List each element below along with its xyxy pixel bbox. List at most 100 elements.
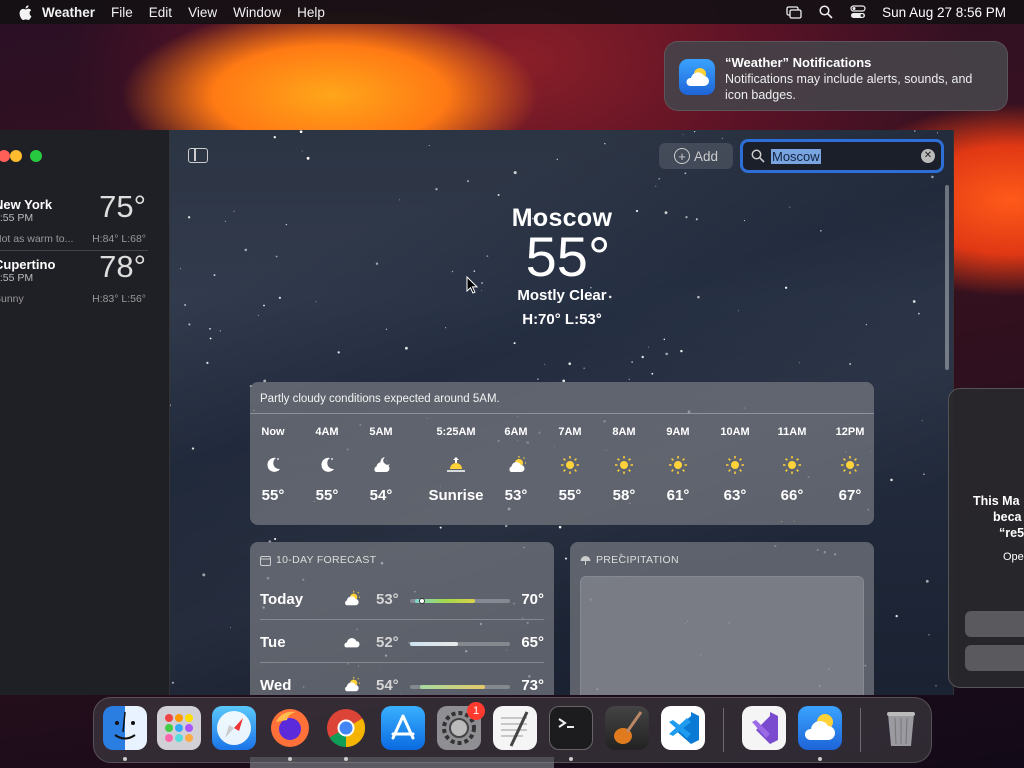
add-label: Add: [693, 148, 719, 164]
hour-label: 5AM: [369, 426, 393, 438]
location-hilo: H:84° L:68°: [92, 233, 146, 245]
chrome-icon[interactable]: [324, 706, 368, 750]
trash-icon[interactable]: [879, 706, 923, 750]
clear-search-icon[interactable]: ✕: [921, 149, 935, 163]
running-indicator: [569, 757, 573, 761]
hour-temp: 55°: [315, 487, 339, 504]
notification-title: “Weather” Notifications: [725, 55, 872, 70]
hourly-item: 8AM 58°: [594, 426, 654, 504]
hour-label: 7AM: [558, 426, 582, 438]
vscode-icon[interactable]: [661, 706, 705, 750]
notification-banner[interactable]: “Weather” Notifications Notifications ma…: [664, 41, 1008, 111]
cloud-sun-icon: [345, 676, 360, 692]
safari-icon[interactable]: [212, 706, 256, 750]
spotlight-search-icon[interactable]: [818, 5, 834, 19]
finder-icon[interactable]: [103, 706, 147, 750]
hourly-forecast-card: Partly cloudy conditions expected around…: [250, 382, 874, 525]
location-item-cupertino[interactable]: Cupertino 5:55 PM 78° Sunny H:83° L:56°: [0, 249, 148, 307]
sun-icon: [725, 455, 745, 475]
textedit-icon[interactable]: [493, 706, 537, 750]
firefox-icon[interactable]: [268, 706, 312, 750]
zoom-window-button[interactable]: [30, 150, 42, 162]
menu-edit[interactable]: Edit: [141, 5, 180, 20]
apple-icon[interactable]: [18, 4, 32, 20]
sun-icon: [782, 455, 802, 475]
forecast-row[interactable]: Today 53° 70°: [250, 577, 554, 620]
visual-studio-icon[interactable]: [742, 706, 786, 750]
hourly-item: 6AM 53°: [486, 426, 546, 504]
menu-app-name[interactable]: Weather: [32, 5, 103, 20]
control-center-icon[interactable]: [850, 5, 866, 19]
alert-line-3: “re5: [999, 526, 1024, 540]
search-icon: [751, 149, 765, 163]
screen-mirroring-icon[interactable]: [786, 5, 802, 19]
hourly-item: 12PM 67°: [820, 426, 880, 504]
search-field[interactable]: Moscow ✕: [740, 139, 944, 173]
sun-icon: [668, 455, 688, 475]
current-hilo: H:70° L:53°: [522, 311, 602, 328]
alert-line-2: beca: [993, 510, 1022, 524]
location-temp: 75°: [99, 189, 146, 224]
hourly-item: 9AM 61°: [648, 426, 708, 504]
hour-temp: 67°: [838, 487, 862, 504]
alert-button-primary[interactable]: [965, 611, 1024, 637]
hourly-item: 10AM 63°: [705, 426, 765, 504]
alert-button-secondary[interactable]: [965, 645, 1024, 671]
hourly-item: Now 55°: [243, 426, 303, 504]
hour-temp: 55°: [558, 487, 582, 504]
temperature-range-bar: [410, 642, 510, 646]
hour-label: 12PM: [835, 426, 865, 438]
location-temp: 78°: [99, 249, 146, 284]
security-alert-dialog: This Ma beca “re5 Ope: [948, 388, 1024, 688]
umbrella-icon: [580, 555, 591, 565]
running-indicator: [123, 757, 127, 761]
forecast-row[interactable]: Tue 52° 65°: [250, 620, 554, 663]
garageband-icon[interactable]: [605, 706, 649, 750]
forecast-header: 10-DAY FORECAST: [260, 554, 376, 566]
menu-view[interactable]: View: [180, 5, 225, 20]
forecast-high: 73°: [521, 677, 544, 694]
notification-badge: 1: [467, 702, 485, 720]
close-window-button[interactable]: [0, 150, 10, 162]
location-hilo: H:83° L:56°: [92, 293, 146, 305]
sun-icon: [840, 455, 860, 475]
divider: [250, 413, 874, 414]
search-input[interactable]: Moscow: [771, 148, 821, 164]
running-indicator: [818, 757, 822, 761]
menu-help[interactable]: Help: [289, 5, 333, 20]
location-name: Cupertino: [0, 257, 56, 272]
launchpad-icon[interactable]: [157, 706, 201, 750]
system-settings-icon[interactable]: 1: [437, 702, 485, 750]
sidebar-toggle-icon[interactable]: [188, 148, 208, 163]
minimize-window-button[interactable]: [10, 150, 22, 162]
hourly-item: 4AM 55°: [297, 426, 357, 504]
ten-day-forecast-card: 10-DAY FORECAST Today 53° 70° Tue 52° 65° Wed 5…: [250, 542, 554, 695]
alert-line-1: This Ma: [973, 494, 1020, 508]
precipitation-map[interactable]: [580, 576, 864, 695]
hour-label: 8AM: [612, 426, 636, 438]
hour-temp: 66°: [780, 487, 804, 504]
forecast-low: 54°: [376, 677, 399, 694]
terminal-icon[interactable]: [549, 706, 593, 750]
location-condition: Not as warm to...: [0, 233, 74, 245]
mouse-pointer-icon: [466, 276, 478, 294]
precipitation-header: PRECIPITATION: [580, 554, 679, 566]
dock: 1: [93, 697, 932, 763]
hour-label: 9AM: [666, 426, 690, 438]
hourly-item: 5:25AM Sunrise: [418, 426, 494, 504]
forecast-row[interactable]: Wed 54° 73°: [250, 663, 554, 695]
menu-file[interactable]: File: [103, 5, 141, 20]
current-temp-dot: [419, 598, 425, 604]
menubar-clock[interactable]: Sun Aug 27 8:56 PM: [882, 5, 1006, 20]
location-time: 8:55 PM: [0, 212, 34, 224]
weather-dock-icon[interactable]: [798, 706, 842, 750]
app-store-icon[interactable]: [381, 706, 425, 750]
add-location-button[interactable]: + Add: [659, 143, 733, 169]
moon-icon: [317, 455, 337, 475]
menu-window[interactable]: Window: [225, 5, 289, 20]
menu-bar: Weather File Edit View Window Help Sun A…: [0, 0, 1024, 24]
location-item-new-york[interactable]: New York 8:55 PM 75° Not as warm to... H…: [0, 189, 148, 247]
sun-icon: [614, 455, 634, 475]
current-temperature: 55°: [525, 225, 611, 288]
hourly-summary: Partly cloudy conditions expected around…: [260, 393, 500, 405]
